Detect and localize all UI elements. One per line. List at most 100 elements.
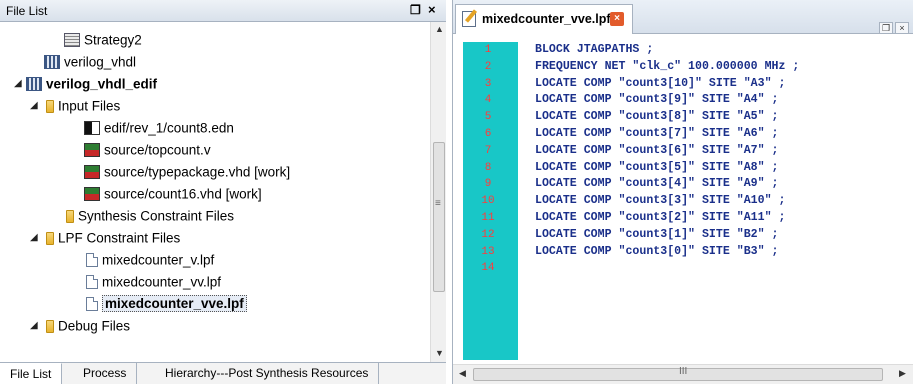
folder-icon bbox=[46, 231, 54, 245]
lpf-file-icon bbox=[86, 297, 98, 312]
tree-item[interactable]: mixedcounter_v.lpf bbox=[84, 249, 214, 271]
code-line[interactable]: LOCATE COMP "count3[1]" SITE "B2" ; bbox=[535, 227, 779, 243]
tree-item-label: mixedcounter_vv.lpf bbox=[102, 274, 222, 290]
expand-arrow-icon[interactable]: ◢ bbox=[30, 95, 42, 117]
tree-item[interactable]: Strategy2 bbox=[64, 29, 142, 51]
horizontal-scrollbar[interactable]: ◀ III ▶ bbox=[453, 364, 913, 384]
file-list-title: File List bbox=[6, 4, 48, 18]
close-panel-icon[interactable]: × bbox=[428, 2, 436, 17]
line-number: 10 bbox=[481, 195, 495, 208]
folder-icon bbox=[46, 319, 54, 333]
tab-hierarchy[interactable]: Hierarchy---Post Synthesis Resources bbox=[155, 363, 380, 384]
tree-item-label: LPF Constraint Files bbox=[58, 230, 181, 246]
scroll-left-icon[interactable]: ◀ bbox=[459, 368, 466, 379]
tree-item-label: Debug Files bbox=[58, 318, 131, 334]
strategy-icon bbox=[64, 33, 80, 48]
file-list-panel: File List ❐ × Strategy2 verilog_vhdl ◢ veri… bbox=[0, 0, 446, 384]
code-editor[interactable]: BLOCK JTAGPATHS ; FREQUENCY NET "clk_c" 1… bbox=[535, 42, 913, 360]
tree-item-label: Input Files bbox=[58, 98, 121, 114]
h-scroll-grip: III bbox=[679, 366, 688, 377]
tree-item-label: source/topcount.v bbox=[104, 142, 211, 158]
editor-tab-bar: mixedcounter_vve.lpf × ❐ × bbox=[453, 0, 913, 34]
tree-item[interactable]: Synthesis Constraint Files bbox=[62, 205, 234, 227]
code-line[interactable]: FREQUENCY NET "clk_c" 100.000000 MHz ; bbox=[535, 59, 799, 75]
line-number: 3 bbox=[484, 77, 492, 90]
code-line[interactable]: LOCATE COMP "count3[5]" SITE "A8" ; bbox=[535, 160, 779, 176]
editor-tab-title: mixedcounter_vve.lpf bbox=[482, 12, 611, 26]
tree-item-label: mixedcounter_v.lpf bbox=[102, 252, 215, 268]
code-line[interactable]: LOCATE COMP "count3[7]" SITE "A6" ; bbox=[535, 126, 779, 142]
vhdl-file-icon bbox=[84, 165, 100, 180]
scroll-thumb[interactable] bbox=[433, 142, 445, 292]
line-number: 5 bbox=[484, 111, 492, 124]
h-scroll-thumb[interactable] bbox=[473, 368, 883, 381]
line-number: 7 bbox=[484, 144, 492, 157]
line-number: 9 bbox=[484, 178, 492, 191]
code-line[interactable]: LOCATE COMP "count3[10]" SITE "A3" ; bbox=[535, 76, 785, 92]
line-number: 13 bbox=[481, 245, 495, 258]
scroll-up-icon[interactable]: ▲ bbox=[435, 24, 444, 34]
expand-arrow-icon[interactable]: ◢ bbox=[14, 73, 26, 95]
editor-tab-mixedcounter-vve[interactable]: mixedcounter_vve.lpf × bbox=[455, 4, 633, 34]
code-line[interactable]: LOCATE COMP "count3[0]" SITE "B3" ; bbox=[535, 244, 779, 260]
vhdl-file-icon bbox=[84, 187, 100, 202]
file-list-header: File List ❐ × bbox=[0, 0, 446, 22]
line-number: 8 bbox=[484, 161, 492, 174]
scroll-right-icon[interactable]: ▶ bbox=[899, 368, 906, 379]
tree-item[interactable]: ◢ LPF Constraint Files bbox=[30, 227, 180, 249]
tree-item[interactable]: mixedcounter_vve.lpf bbox=[84, 293, 247, 315]
tree-item[interactable]: ◢ verilog_vhdl_edif bbox=[14, 73, 157, 95]
editor-panel: mixedcounter_vve.lpf × ❐ × 1 2 3 4 5 6 7 8 9 10 11… bbox=[452, 0, 913, 384]
code-line[interactable]: LOCATE COMP "count3[9]" SITE "A4" ; bbox=[535, 92, 779, 108]
tree-item-label: mixedcounter_vve.lpf bbox=[102, 295, 247, 313]
verilog-file-icon bbox=[84, 143, 100, 158]
tree-item-label: edif/rev_1/count8.edn bbox=[104, 120, 234, 136]
line-number-gutter: 1 2 3 4 5 6 7 8 9 10 11 12 13 14 bbox=[463, 42, 518, 360]
line-number: 1 bbox=[484, 44, 492, 56]
scroll-grip-icon: ≡ bbox=[435, 198, 441, 209]
implementation-icon bbox=[26, 77, 42, 92]
scroll-down-icon[interactable]: ▼ bbox=[435, 348, 444, 358]
expand-arrow-icon[interactable]: ◢ bbox=[30, 227, 42, 249]
tree-item[interactable]: ◢ Debug Files bbox=[30, 315, 130, 337]
tree-item[interactable]: edif/rev_1/count8.edn bbox=[84, 117, 234, 139]
tree-item[interactable]: source/topcount.v bbox=[84, 139, 211, 161]
tree-item-label: source/count16.vhd [work] bbox=[104, 186, 262, 202]
folder-icon bbox=[46, 99, 54, 113]
vertical-scrollbar[interactable]: ▲ ≡ ▼ bbox=[430, 22, 446, 362]
tree-item-label: source/typepackage.vhd [work] bbox=[104, 164, 291, 180]
close-tab-icon[interactable]: × bbox=[610, 12, 624, 26]
line-number: 11 bbox=[481, 212, 495, 224]
tab-file-list[interactable]: File List bbox=[0, 363, 63, 384]
float-panel-icon[interactable]: ❐ bbox=[410, 3, 421, 17]
tree-item-label: Strategy2 bbox=[84, 32, 142, 48]
restore-window-icon[interactable]: ❐ bbox=[879, 22, 893, 34]
implementation-icon bbox=[44, 55, 60, 70]
close-window-icon[interactable]: × bbox=[895, 22, 909, 34]
edif-file-icon bbox=[84, 121, 100, 136]
tree-item[interactable]: mixedcounter_vv.lpf bbox=[84, 271, 221, 293]
tree-item[interactable]: source/typepackage.vhd [work] bbox=[84, 161, 290, 183]
tree-item[interactable]: ◢ Input Files bbox=[30, 95, 120, 117]
line-number: 14 bbox=[481, 262, 495, 275]
tree-item-label: verilog_vhdl bbox=[64, 54, 137, 70]
lpf-file-icon bbox=[86, 253, 98, 268]
tree-item-label: Synthesis Constraint Files bbox=[78, 208, 235, 224]
code-line[interactable]: LOCATE COMP "count3[3]" SITE "A10" ; bbox=[535, 193, 785, 209]
tree-item-label: verilog_vhdl_edif bbox=[46, 76, 158, 92]
line-number: 6 bbox=[484, 128, 492, 140]
tree-item[interactable]: verilog_vhdl bbox=[44, 51, 136, 73]
expand-arrow-icon[interactable]: ◢ bbox=[30, 315, 42, 337]
code-line[interactable]: LOCATE COMP "count3[2]" SITE "A11" ; bbox=[535, 210, 785, 226]
lpf-file-icon bbox=[86, 275, 98, 290]
line-number: 12 bbox=[481, 228, 495, 241]
code-line[interactable]: LOCATE COMP "count3[4]" SITE "A9" ; bbox=[535, 176, 779, 192]
line-number: 4 bbox=[484, 94, 492, 107]
tree-item[interactable]: source/count16.vhd [work] bbox=[84, 183, 262, 205]
tab-process[interactable]: Process bbox=[73, 363, 138, 384]
code-line[interactable]: BLOCK JTAGPATHS ; bbox=[535, 42, 653, 58]
code-line[interactable]: LOCATE COMP "count3[8]" SITE "A5" ; bbox=[535, 109, 779, 125]
code-line[interactable]: LOCATE COMP "count3[6]" SITE "A7" ; bbox=[535, 143, 779, 159]
left-bottom-tabs: File List Process Hierarchy---Post Synth… bbox=[0, 362, 446, 384]
edit-file-icon bbox=[462, 11, 476, 27]
